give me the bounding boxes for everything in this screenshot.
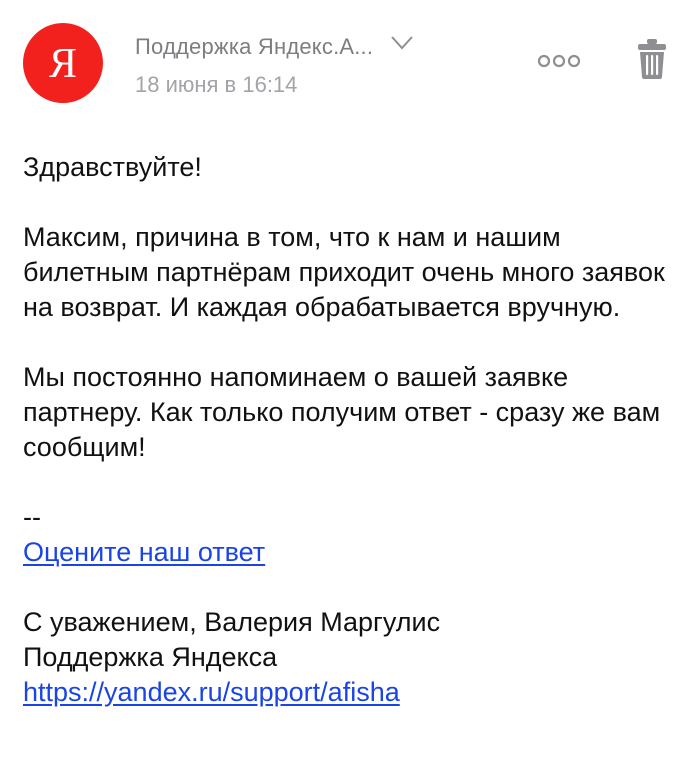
- sender-name[interactable]: Поддержка Яндекс.А...: [135, 34, 373, 60]
- greeting: Здравствуйте!: [23, 152, 202, 182]
- signature-regards: С уважением, Валерия Маргулис: [23, 607, 441, 637]
- avatar-letter: Я: [48, 41, 77, 87]
- signature-team: Поддержка Яндекса: [23, 642, 278, 672]
- rate-answer-link[interactable]: Оцените наш ответ: [23, 537, 265, 567]
- message-date: 18 июня в 16:14: [135, 72, 298, 97]
- support-url-link[interactable]: https://yandex.ru/support/afisha: [23, 677, 400, 707]
- chevron-down-icon[interactable]: [391, 36, 413, 50]
- message-header: Я Поддержка Яндекс.А... 18 июня в 16:14: [0, 0, 700, 120]
- paragraph-reason: Максим, причина в том, что к нам и нашим…: [23, 222, 665, 322]
- more-icon[interactable]: [537, 52, 581, 70]
- signature-separator: --: [23, 502, 41, 532]
- paragraph-reminder: Мы постоянно напоминаем о вашей заявке п…: [23, 362, 661, 462]
- sender-avatar[interactable]: Я: [23, 23, 103, 103]
- message-body: Здравствуйте! Максим, причина в том, что…: [23, 150, 677, 710]
- sender-row[interactable]: Поддержка Яндекс.А...: [135, 34, 413, 60]
- trash-icon[interactable]: [637, 38, 667, 80]
